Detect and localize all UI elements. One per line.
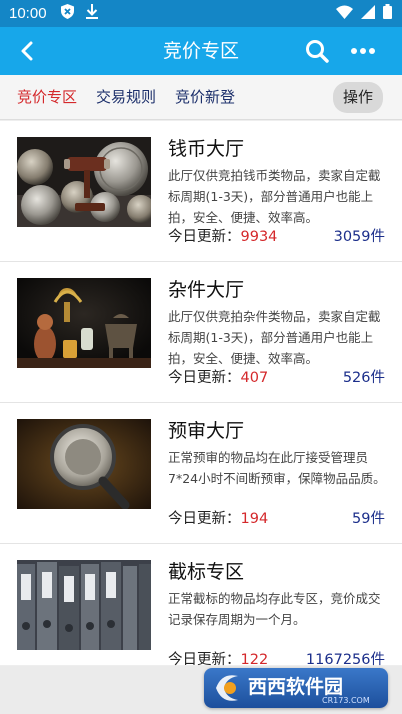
signal-icon [361,4,375,23]
item-total: 59件 [352,511,385,527]
watermark-url: CR173.COM [322,696,370,705]
update-count: 194 [240,511,269,527]
tab-new-listings[interactable]: 竞价新登 [175,75,235,120]
wifi-icon [336,4,353,23]
hall-description: 此厅仅供竞拍钱币类物品，卖家自定截标周期(1-3天)，部分普通用户也能上拍，安全… [168,168,381,225]
page-title: 竞价专区 [162,40,239,62]
hall-description: 正常截标的物品均存此专区，竞价成交记录保存周期为一个月。 [168,591,381,627]
update-label: 今日更新： [168,229,241,245]
watermark-brand: 西西软件园 [248,675,343,698]
status-time: 10:00 [9,5,47,22]
shield-x-icon [60,4,74,23]
item-total: 526件 [342,370,385,386]
hall-name: 截标专区 [168,561,245,583]
app-bar: 竞价专区 [0,27,402,75]
tab-bidding-zone[interactable]: 竞价专区 [17,75,77,120]
hall-description: 正常预审的物品均在此厅接受管理员7*24小时不间断预审，保障物品品质。 [168,450,386,486]
item-total: 3059件 [333,229,385,245]
binders-thumbnail [17,560,151,650]
search-icon[interactable] [303,37,331,65]
update-label: 今日更新： [168,511,241,527]
more-icon[interactable] [348,37,378,65]
status-bar: 10:00 [0,0,402,27]
battery-icon [383,4,392,23]
antiques-thumbnail [17,278,151,368]
tab-trading-rules[interactable]: 交易规则 [96,75,156,120]
hall-list: 钱币大厅 此厅仅供竞拍钱币类物品，卖家自定截标周期(1-3天)，部分普通用户也能… [0,121,402,685]
update-count: 9934 [240,229,278,245]
site-watermark-logo: 西西软件园 CR173.COM [204,668,388,708]
hall-name: 钱币大厅 [168,138,245,160]
hall-name: 预审大厅 [168,420,245,442]
coins-gavel-thumbnail [17,137,151,227]
list-item[interactable]: 截标专区 正常截标的物品均存此专区，竞价成交记录保存周期为一个月。 今日更新：1… [0,544,402,685]
list-item[interactable]: 杂件大厅 此厅仅供竞拍杂件类物品，卖家自定截标周期(1-3天)，部分普通用户也能… [0,262,402,403]
update-count: 407 [240,370,269,386]
magnifier-coin-thumbnail [17,419,151,509]
list-item[interactable]: 预审大厅 正常预审的物品均在此厅接受管理员7*24小时不间断预审，保障物品品质。… [0,403,402,544]
update-info: 今日更新：194 [168,507,268,528]
update-label: 今日更新： [168,370,241,386]
action-button[interactable]: 操作 [333,82,383,113]
download-icon [85,4,98,23]
tab-bar: 竞价专区 交易规则 竞价新登 操作 [0,75,402,120]
hall-name: 杂件大厅 [168,279,245,301]
list-item[interactable]: 钱币大厅 此厅仅供竞拍钱币类物品，卖家自定截标周期(1-3天)，部分普通用户也能… [0,121,402,262]
hall-description: 此厅仅供竞拍杂件类物品，卖家自定截标周期(1-3天)，部分普通用户也能上拍，安全… [168,309,381,366]
update-info: 今日更新：407 [168,366,268,387]
update-info: 今日更新：9934 [168,225,277,246]
